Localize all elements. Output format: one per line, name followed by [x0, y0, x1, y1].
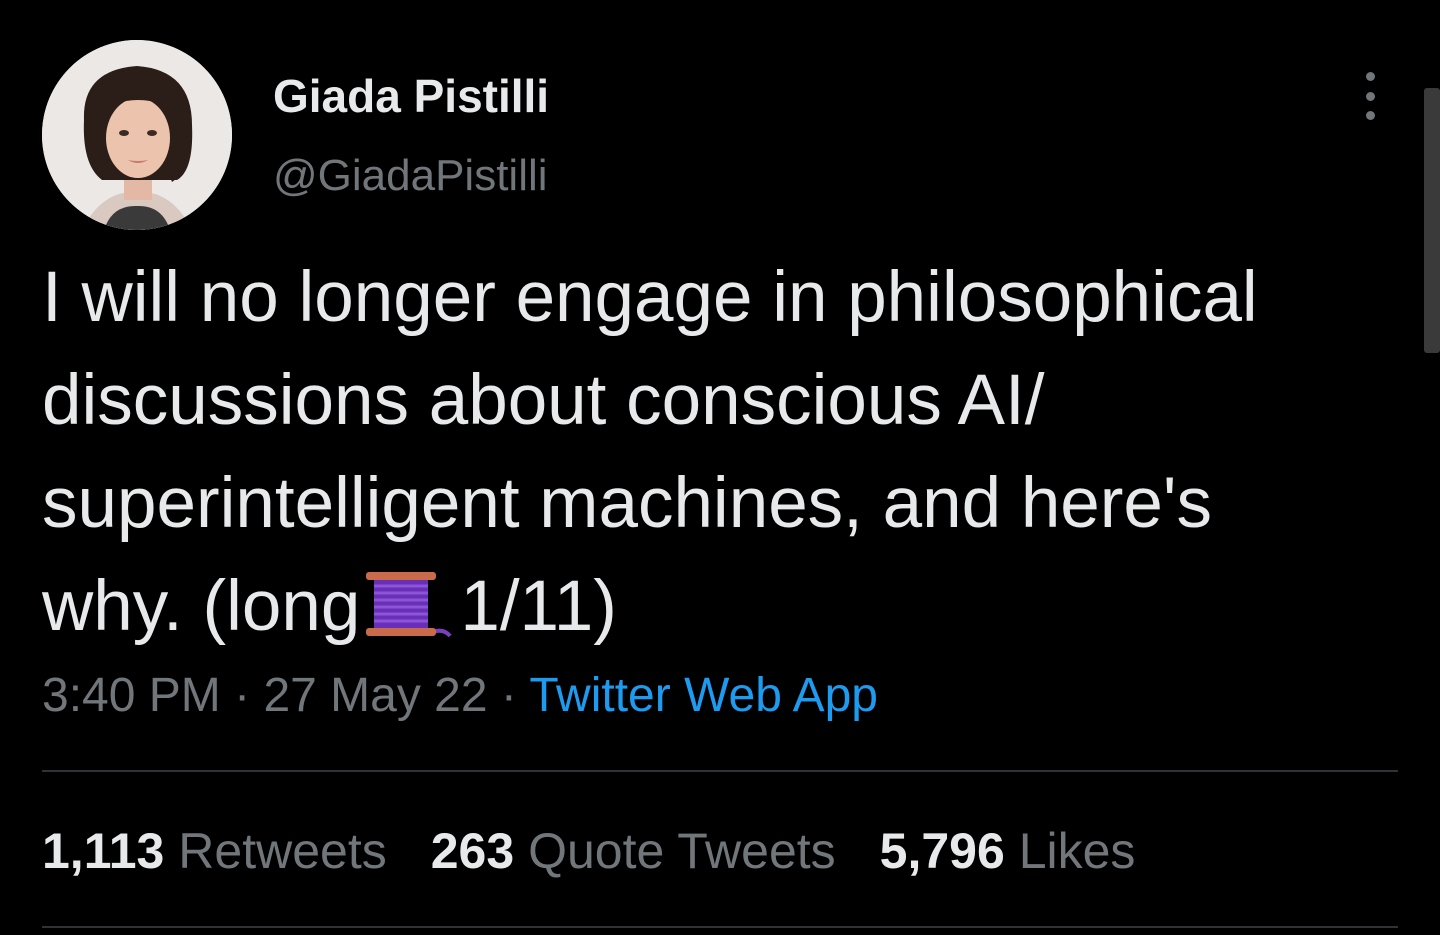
- meta-separator: ·: [500, 669, 517, 722]
- author-display-name[interactable]: Giada Pistilli: [273, 68, 549, 124]
- more-options-icon[interactable]: [1350, 72, 1390, 120]
- tweet-text: I will no longer engage in philosophical…: [42, 246, 1412, 658]
- tweet-text-segment: why. (long: [42, 567, 361, 646]
- divider: [42, 770, 1398, 772]
- divider: [42, 926, 1398, 928]
- quote-tweets-label: Quote Tweets: [528, 823, 836, 879]
- tweet-text-line: why. (long 1/11): [42, 555, 1412, 658]
- tweet-detail: Giada Pistilli @GiadaPistilli I will no …: [0, 0, 1440, 935]
- tweet-text-line: discussions about conscious AI/: [42, 361, 1045, 440]
- more-dot: [1365, 111, 1375, 120]
- more-dot: [1365, 91, 1375, 101]
- retweets-stat[interactable]: 1,113 Retweets: [42, 820, 387, 882]
- tweet-time[interactable]: 3:40 PM: [42, 669, 221, 722]
- tweet-stats: 1,113 Retweets 263 Quote Tweets 5,796 Li…: [42, 820, 1135, 882]
- avatar[interactable]: [42, 40, 232, 230]
- thread-spool-icon: [366, 572, 452, 638]
- retweets-count: 1,113: [42, 823, 165, 879]
- likes-count: 5,796: [879, 823, 1005, 879]
- scrollbar[interactable]: [1424, 88, 1440, 353]
- meta-separator: ·: [234, 669, 251, 722]
- quote-tweets-count: 263: [430, 823, 515, 879]
- tweet-meta: 3:40 PM · 27 May 22 · Twitter Web App: [42, 666, 878, 726]
- tweet-date[interactable]: 27 May 22: [263, 669, 487, 722]
- author-handle[interactable]: @GiadaPistilli: [273, 148, 548, 204]
- quote-tweets-stat[interactable]: 263 Quote Tweets: [431, 820, 836, 882]
- tweet-text-line: superintelligent machines, and here's: [42, 464, 1212, 543]
- likes-label: Likes: [1018, 823, 1136, 879]
- tweet-text-line: I will no longer engage in philosophical: [42, 258, 1258, 337]
- more-dot: [1365, 72, 1375, 81]
- likes-stat[interactable]: 5,796 Likes: [880, 820, 1136, 882]
- tweet-text-segment: 1/11): [460, 567, 617, 646]
- profile-photo-icon: [42, 40, 232, 230]
- tweet-source-link[interactable]: Twitter Web App: [529, 669, 878, 722]
- retweets-label: Retweets: [178, 823, 387, 879]
